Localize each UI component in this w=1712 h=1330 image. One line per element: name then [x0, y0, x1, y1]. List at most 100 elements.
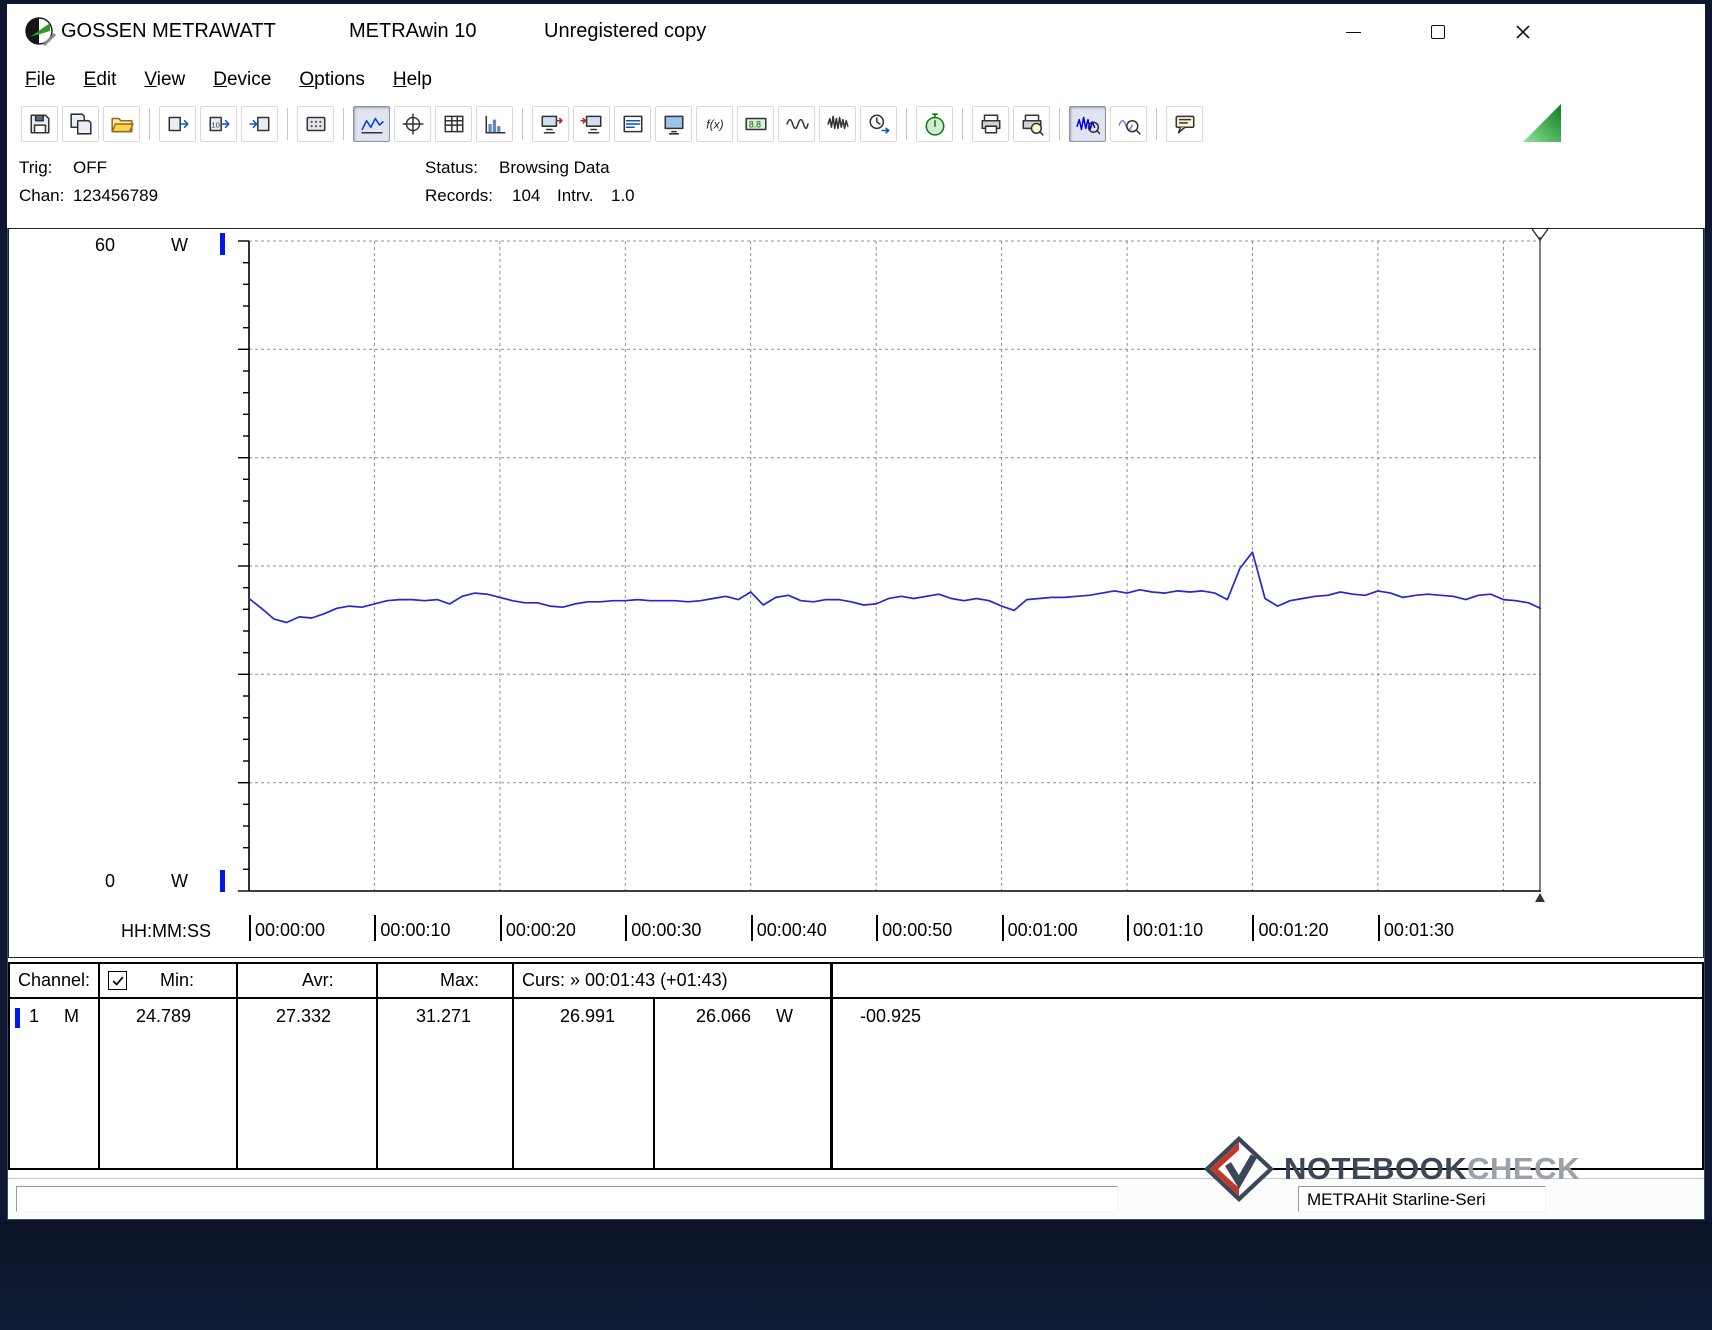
line-chart-button[interactable] [353, 106, 390, 142]
monitor-icon [664, 115, 683, 135]
x-tick-label: 00:00:10 [374, 915, 451, 941]
license-label: Unregistered copy [544, 20, 707, 42]
x-tick-label: 00:01:30 [1377, 915, 1454, 941]
print-icon [981, 114, 1000, 134]
print-preview-button[interactable] [1013, 106, 1050, 142]
col-header-max: Max: [440, 970, 480, 990]
open-folder-button[interactable] [103, 106, 140, 142]
statusbar-message-panel [16, 1186, 1118, 1212]
keypad-icon [306, 116, 325, 132]
noise-button[interactable] [819, 106, 856, 142]
svg-text:f(x): f(x) [706, 117, 723, 131]
menu-file[interactable]: File [11, 65, 70, 95]
x-axis: HH:MM:SS 00:00:00 00:00:10 00:00:20 00:00:3… [9, 915, 1703, 951]
waveform-icon [785, 118, 809, 130]
toolbar-separator [343, 108, 344, 140]
monitor-out-button[interactable] [532, 106, 569, 142]
toolbar-groups: 10 f(x) 8.8 [19, 106, 1205, 142]
menu-options[interactable]: Options [285, 65, 378, 95]
x-tick-label: 00:01:10 [1127, 915, 1203, 941]
x-axis-format-label: HH:MM:SS [121, 921, 211, 941]
data-table-button[interactable] [435, 106, 472, 142]
function-button[interactable]: f(x) [696, 106, 733, 142]
table-header-divider [10, 997, 1702, 999]
status-label: Status: [425, 158, 478, 177]
menu-help[interactable]: Help [379, 65, 446, 95]
interval-value: 1.0 [611, 186, 635, 205]
records-label: Records: [425, 186, 494, 205]
menu-view[interactable]: View [130, 65, 199, 95]
cell-mode: M [64, 1006, 79, 1026]
plot-area[interactable] [238, 228, 1549, 902]
zoom-wave-icon [1075, 116, 1100, 135]
app-logo-icon [25, 17, 56, 46]
zoom-wave-button[interactable] [1069, 106, 1106, 142]
col-header-min: Min: [160, 970, 195, 990]
print-button[interactable] [972, 106, 1009, 142]
cell-cursor-unit: W [776, 1006, 793, 1026]
x-tick-mark [1252, 915, 1255, 941]
x-tick-label: 00:00:40 [750, 915, 827, 941]
cell-avr: 27.332 [276, 1006, 332, 1026]
chan-value: 123456789 [73, 186, 159, 205]
maximize-button[interactable] [1414, 10, 1462, 54]
x-tick-mark [1127, 915, 1130, 941]
cell-cursor-a: 26.991 [560, 1006, 616, 1026]
notebookcheck-check-icon [1204, 1136, 1274, 1202]
channel-scale-marker-top [220, 233, 225, 255]
x-tick-mark [625, 915, 628, 941]
toolbar-separator [906, 108, 907, 140]
minimize-icon [1345, 31, 1361, 33]
x-tick-mark [876, 915, 879, 941]
export-data-button[interactable] [159, 106, 196, 142]
toolbar-separator [287, 108, 288, 140]
clock-transfer-icon [869, 114, 890, 134]
save-icon [30, 114, 49, 134]
green-triangle-icon [1523, 104, 1561, 142]
menu-device[interactable]: Device [199, 65, 285, 95]
monitor-button[interactable] [655, 106, 692, 142]
export-10x-button[interactable]: 10 [200, 106, 237, 142]
close-icon [1516, 25, 1530, 39]
zoom-out-button[interactable] [1110, 106, 1147, 142]
svg-text:8.8: 8.8 [748, 119, 760, 129]
function-icon: f(x) [706, 117, 723, 131]
crosshair-button[interactable] [394, 106, 431, 142]
check-icon [112, 976, 123, 986]
save-button[interactable] [21, 106, 58, 142]
cell-cursor-delta: -00.925 [860, 1006, 922, 1026]
stopwatch-icon [925, 113, 944, 136]
svg-text:10: 10 [211, 120, 219, 129]
records-value: 104 [512, 186, 541, 205]
callout-button[interactable] [1166, 106, 1203, 142]
histogram-button[interactable] [476, 106, 513, 142]
cell-cursor-b: 26.066 [696, 1006, 752, 1026]
keypad-button[interactable] [297, 106, 334, 142]
seven-segment-button[interactable]: 8.8 [737, 106, 774, 142]
menu-edit[interactable]: Edit [70, 65, 131, 95]
waveform-button[interactable] [778, 106, 815, 142]
channel-visible-checkbox[interactable] [108, 971, 127, 990]
noise-icon [826, 115, 849, 130]
print-preview-icon [1022, 114, 1044, 136]
app-screen: GOSSEN METRAWATT METRAwin 10 Unregistere… [0, 0, 1712, 1330]
x-tick-label: 00:01:20 [1252, 915, 1329, 941]
x-tick-mark [499, 915, 502, 941]
table-divider [236, 964, 238, 1168]
data-table-icon [444, 115, 463, 133]
open-folder-icon [110, 117, 134, 133]
minimize-button[interactable] [1329, 10, 1377, 54]
chan-label: Chan: [19, 186, 65, 205]
channel-color-marker [15, 1008, 20, 1028]
channel-list-button[interactable] [614, 106, 651, 142]
trig-label: Trig: [19, 158, 53, 177]
save-all-button[interactable] [62, 106, 99, 142]
stopwatch-button[interactable] [916, 106, 953, 142]
toolbar-separator [962, 108, 963, 140]
monitor-in-button[interactable] [573, 106, 610, 142]
close-button[interactable] [1499, 10, 1547, 54]
table-divider [376, 964, 378, 1168]
import-data-button[interactable] [241, 106, 278, 142]
clock-transfer-button[interactable] [860, 106, 897, 142]
trig-value: OFF [73, 158, 107, 177]
